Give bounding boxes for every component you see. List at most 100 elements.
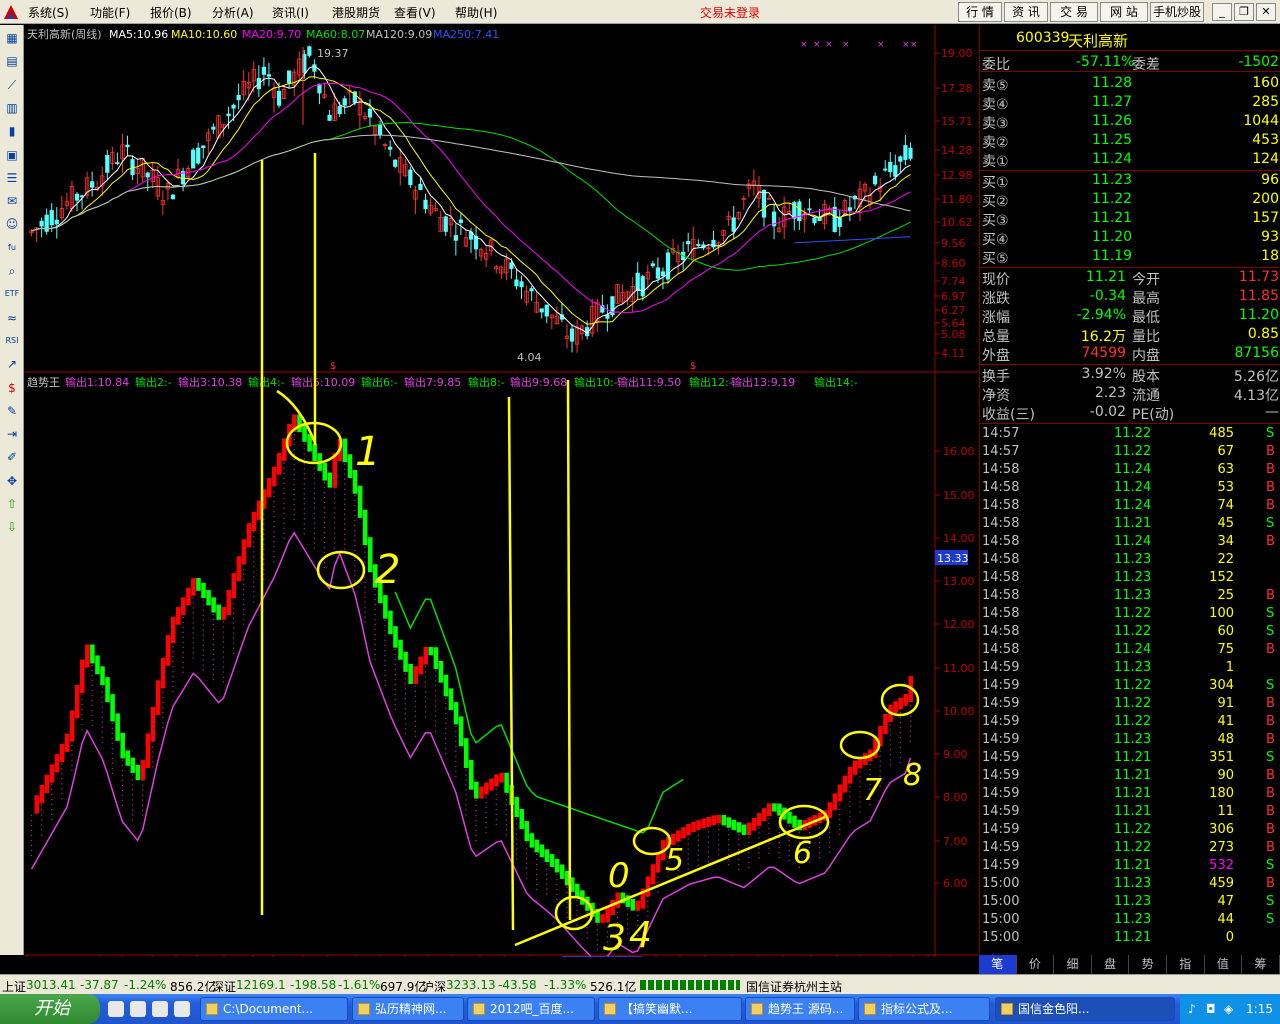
menu-function[interactable]: 功能(F) <box>90 4 130 21</box>
etf-icon[interactable]: ETF <box>3 285 21 303</box>
chart-area[interactable]: 天利高新(周线) MA5:10.96 MA10:10.60 MA20:9.70 MA60… <box>25 25 978 957</box>
wrench-icon[interactable]: ✎ <box>3 402 21 420</box>
menu-quote[interactable]: 报价(B) <box>150 4 192 21</box>
sell-row[interactable]: 卖⑤ 11.28 160 <box>980 74 1280 94</box>
band-dot <box>323 521 326 524</box>
line-chart-icon[interactable]: ⟋ <box>3 76 21 94</box>
mobile-trade-button[interactable]: 手机炒股 <box>1150 2 1204 22</box>
dollar-icon[interactable]: $ <box>3 379 21 397</box>
menu-system[interactable]: 系统(S) <box>28 4 69 21</box>
lower-header-output: 输出12:- <box>689 375 733 389</box>
website-button[interactable]: 网 站 <box>1100 2 1148 22</box>
window-icon[interactable]: ▣ <box>3 146 21 164</box>
event-mark[interactable]: $ <box>690 361 696 372</box>
wave-icon[interactable]: ≈ <box>3 309 21 327</box>
menu-analysis[interactable]: 分析(A) <box>212 4 254 21</box>
buy-row[interactable]: 买③ 11.21 157 <box>980 209 1280 229</box>
buy-row[interactable]: 买① 11.23 96 <box>980 171 1280 191</box>
folder-icon[interactable] <box>174 1001 190 1017</box>
market-button[interactable]: 行 情 <box>958 2 1002 22</box>
band-dot <box>192 612 194 614</box>
restore-icon[interactable]: ❐ <box>1234 3 1254 21</box>
band-dot <box>71 719 73 722</box>
kline-chart[interactable]: 天利高新(周线) MA5:10.96 MA10:10.60 MA20:9.70 MA60… <box>25 25 978 957</box>
band-dot <box>212 653 215 656</box>
sell-row[interactable]: 卖④ 11.27 285 <box>980 93 1280 113</box>
tab-6[interactable]: 值 <box>1205 955 1243 974</box>
users-icon[interactable]: ☺ <box>3 215 21 233</box>
trade-button[interactable]: 交 易 <box>1050 2 1098 22</box>
band-dot <box>202 604 204 606</box>
server-name[interactable]: 国信证券杭州主站 <box>746 978 842 995</box>
candle-icon[interactable]: ▮ <box>3 122 21 140</box>
sell-row[interactable]: 卖① 11.24 124 <box>980 150 1280 170</box>
zoom-icon[interactable]: ⌕ <box>3 262 21 280</box>
tab-2[interactable]: 细 <box>1054 955 1092 974</box>
rsi-icon[interactable]: RSI <box>3 332 21 350</box>
close-icon[interactable]: ✕ <box>1256 3 1276 21</box>
band-dot <box>384 649 386 652</box>
tab-4[interactable]: 势 <box>1129 955 1167 974</box>
ie-icon[interactable] <box>130 1001 146 1017</box>
network-icon[interactable]: ◘ <box>1206 994 1216 1024</box>
trend-bar <box>241 539 247 565</box>
news-button[interactable]: 资 讯 <box>1004 2 1048 22</box>
fund-icon[interactable]: fu <box>3 239 21 257</box>
shield-icon[interactable]: ◈ <box>1224 994 1233 1024</box>
buy-row[interactable]: 买⑤ 11.19 18 <box>980 247 1280 267</box>
table-icon[interactable]: ▤ <box>3 52 21 70</box>
up-arrow-icon[interactable]: ⇧ <box>3 495 21 513</box>
media-icon[interactable] <box>152 1001 168 1017</box>
menu-hk-futures[interactable]: 港股期货 <box>332 4 380 21</box>
menu-view[interactable]: 查看(V) <box>394 4 436 21</box>
sell-row[interactable]: 卖③ 11.26 1044 <box>980 112 1280 132</box>
tick-side: S <box>1266 624 1275 639</box>
event-mark[interactable]: $ <box>330 361 336 372</box>
band-dot <box>354 575 356 577</box>
buy-row[interactable]: 买④ 11.20 93 <box>980 228 1280 248</box>
task-button[interactable]: C:\Document... <box>200 997 348 1021</box>
minimize-icon[interactable]: _ <box>1212 3 1232 21</box>
pencil-icon[interactable]: ✐ <box>3 448 21 466</box>
sell-row[interactable]: 卖② 11.25 453 <box>980 131 1280 151</box>
band-dot <box>859 801 861 803</box>
tab-1[interactable]: 价 <box>1017 955 1055 974</box>
annotation-label-6: 6 <box>793 836 812 871</box>
tab-3[interactable]: 盘 <box>1092 955 1130 974</box>
export-icon[interactable]: ⇥ <box>3 425 21 443</box>
down-arrow-icon[interactable]: ⇩ <box>3 518 21 536</box>
task-button[interactable]: 2012吧_百度... <box>467 997 595 1021</box>
tick-volume: 25 <box>1217 588 1234 603</box>
grid-icon[interactable]: ▦ <box>3 29 21 47</box>
move-icon[interactable]: ✥ <box>3 472 21 490</box>
band-dot <box>394 708 396 711</box>
tab-7[interactable]: 筹 <box>1242 955 1280 974</box>
trend-bar <box>428 646 434 656</box>
tab-5[interactable]: 指 <box>1167 955 1205 974</box>
volume-icon[interactable]: ♪ <box>1188 994 1196 1024</box>
task-button[interactable]: 【搞笑幽默... <box>598 997 742 1021</box>
task-button[interactable]: 弘历精神网... <box>352 997 464 1021</box>
tick-side: B <box>1266 642 1275 657</box>
mail-icon[interactable]: ✉ <box>3 192 21 210</box>
buy-row[interactable]: 买② 11.22 200 <box>980 190 1280 210</box>
tab-0[interactable]: 笔 <box>979 955 1017 974</box>
list-icon[interactable]: ☰ <box>3 169 21 187</box>
task-button[interactable]: 指标公式及... <box>858 997 990 1021</box>
band-dot <box>879 735 881 737</box>
menu-help[interactable]: 帮助(H) <box>455 4 497 21</box>
band-dot <box>333 542 336 544</box>
task-button[interactable]: 国信金色阳... <box>995 997 1175 1021</box>
trend-bar <box>630 898 636 911</box>
band-dot <box>273 515 275 518</box>
band-dot <box>141 784 144 786</box>
desktop-icon[interactable] <box>108 1001 124 1017</box>
band-dot <box>182 646 184 649</box>
bar-chart-icon[interactable]: ▥ <box>3 99 21 117</box>
task-button[interactable]: 趋势王 源码... <box>745 997 855 1021</box>
start-button[interactable]: 开始 <box>0 994 100 1024</box>
menu-info[interactable]: 资讯(I) <box>272 4 309 21</box>
band-dot <box>172 690 174 693</box>
band-dot <box>889 754 891 756</box>
trend-icon[interactable]: ↗ <box>3 355 21 373</box>
